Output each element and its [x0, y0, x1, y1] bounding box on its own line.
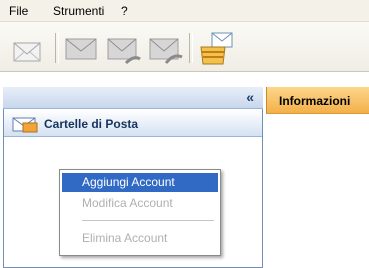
new-message-icon — [13, 42, 41, 62]
inbox-tray-icon — [200, 32, 233, 65]
menu-help[interactable]: ? — [121, 4, 128, 18]
toolbar-separator — [189, 33, 193, 63]
new-message-button[interactable] — [8, 29, 46, 67]
menu-separator — [82, 220, 214, 221]
forward-icon — [149, 38, 183, 64]
menu-item-add-account[interactable]: Aggiungi Account — [62, 173, 218, 192]
account-context-menu: Aggiungi Account Modifica Account Elimin… — [59, 169, 221, 256]
send-mail-icon — [65, 38, 97, 60]
collapse-pane-button[interactable]: « — [246, 89, 254, 105]
menu-bar: File Strumenti ? — [0, 0, 369, 22]
mail-folder-icon — [12, 117, 38, 133]
toolbar-separator — [55, 33, 59, 63]
receive-mail-button[interactable] — [196, 29, 234, 67]
forward-button[interactable] — [146, 29, 184, 67]
send-mail-button[interactable] — [62, 29, 100, 67]
menu-strumenti[interactable]: Strumenti — [53, 4, 104, 18]
menu-item-delete-account[interactable]: Elimina Account — [62, 229, 218, 248]
tab-informazioni[interactable]: Informazioni — [266, 87, 369, 114]
menu-item-edit-account[interactable]: Modifica Account — [62, 194, 218, 213]
pane-collapse-bar: « — [3, 87, 263, 109]
reply-button[interactable] — [104, 29, 142, 67]
reply-icon — [107, 38, 141, 65]
menu-file[interactable]: File — [9, 4, 28, 18]
folders-title: Cartelle di Posta — [44, 117, 139, 131]
tab-informazioni-label: Informazioni — [279, 94, 351, 108]
mail-folders-header[interactable]: Cartelle di Posta — [4, 110, 262, 137]
content-pane — [266, 87, 369, 268]
toolbar — [0, 22, 369, 72]
